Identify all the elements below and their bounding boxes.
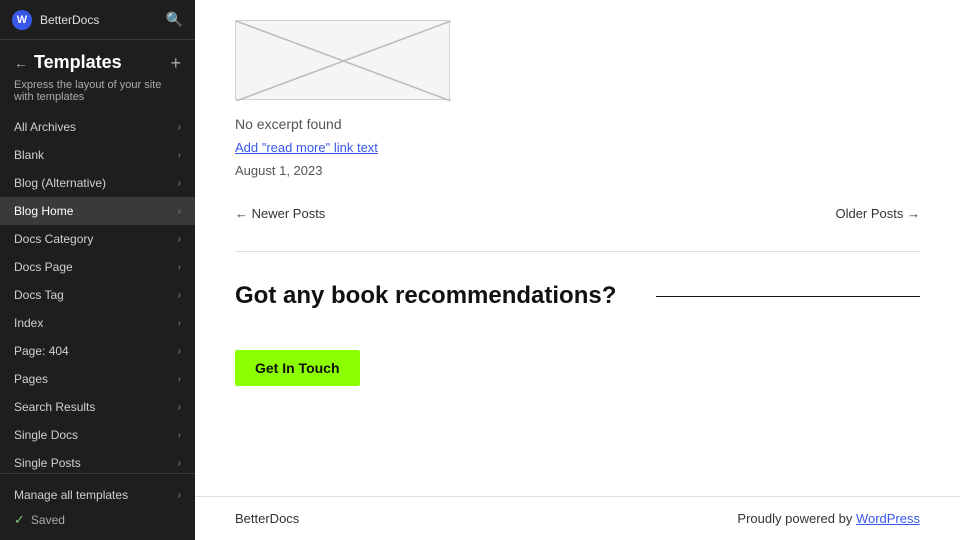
sidebar-nav: All Archives›Blank›Blog (Alternative)›Bl… xyxy=(0,113,195,473)
nav-item-label: All Archives xyxy=(14,120,76,134)
sidebar-item-single-docs[interactable]: Single Docs › xyxy=(0,421,195,449)
nav-item-label: Page: 404 xyxy=(14,344,69,358)
main-content: No excerpt found Add "read more" link te… xyxy=(195,0,960,540)
manage-chevron-icon: › xyxy=(178,490,181,501)
sidebar-header: ← Templates + xyxy=(0,40,195,79)
get-in-touch-button[interactable]: Get In Touch xyxy=(235,350,360,386)
nav-item-label: Blank xyxy=(14,148,44,162)
sidebar-item-single-posts[interactable]: Single Posts › xyxy=(0,449,195,473)
no-excerpt-text: No excerpt found xyxy=(235,116,920,132)
footer-bar: BetterDocs Proudly powered by WordPress xyxy=(195,496,960,540)
nav-chevron-icon: › xyxy=(178,206,181,217)
cta-divider-line xyxy=(656,296,920,297)
sidebar-item-page-404[interactable]: Page: 404 › xyxy=(0,337,195,365)
nav-chevron-icon: › xyxy=(178,290,181,301)
nav-item-label: Docs Tag xyxy=(14,288,64,302)
sidebar-item-blog-home[interactable]: Blog Home › xyxy=(0,197,195,225)
sidebar-subtitle: Express the layout of your site with tem… xyxy=(0,79,195,113)
sidebar-title: Templates xyxy=(28,52,170,73)
placeholder-x-icon xyxy=(236,21,451,101)
cta-button-wrapper: Get In Touch xyxy=(235,350,920,416)
nav-item-label: Docs Category xyxy=(14,232,93,246)
sidebar-item-blank[interactable]: Blank › xyxy=(0,141,195,169)
nav-item-label: Docs Page xyxy=(14,260,73,274)
wordpress-link[interactable]: WordPress xyxy=(856,511,920,526)
older-posts-link[interactable]: Older Posts → xyxy=(835,206,920,221)
saved-check-icon: ✓ xyxy=(14,512,25,528)
sidebar-item-docs-tag[interactable]: Docs Tag › xyxy=(0,281,195,309)
nav-item-label: Single Docs xyxy=(14,428,78,442)
cta-heading: Got any book recommendations? xyxy=(235,282,616,310)
post-image-placeholder xyxy=(235,20,450,100)
nav-chevron-icon: › xyxy=(178,178,181,189)
wp-logo: W xyxy=(12,10,32,30)
sidebar-item-pages[interactable]: Pages › xyxy=(0,365,195,393)
sidebar-item-index[interactable]: Index › xyxy=(0,309,195,337)
pagination-row: ← Newer Posts Older Posts → xyxy=(235,198,920,252)
nav-chevron-icon: › xyxy=(178,122,181,133)
post-date: August 1, 2023 xyxy=(235,163,920,178)
nav-chevron-icon: › xyxy=(178,402,181,413)
sidebar-item-blog-alternative[interactable]: Blog (Alternative) › xyxy=(0,169,195,197)
nav-chevron-icon: › xyxy=(178,262,181,273)
add-template-button[interactable]: + xyxy=(170,54,181,72)
nav-chevron-icon: › xyxy=(178,234,181,245)
nav-item-label: Blog (Alternative) xyxy=(14,176,106,190)
wp-logo-area: W BetterDocs xyxy=(12,10,99,30)
sidebar-item-docs-page[interactable]: Docs Page › xyxy=(0,253,195,281)
sidebar: W BetterDocs 🔍 ← Templates + Express the… xyxy=(0,0,195,540)
nav-chevron-icon: › xyxy=(178,430,181,441)
footer-powered-text: Proudly powered by WordPress xyxy=(737,511,920,526)
nav-item-label: Search Results xyxy=(14,400,95,414)
nav-chevron-icon: › xyxy=(178,318,181,329)
nav-item-label: Index xyxy=(14,316,43,330)
nav-item-label: Pages xyxy=(14,372,48,386)
manage-templates-label: Manage all templates xyxy=(14,488,128,502)
nav-chevron-icon: › xyxy=(178,458,181,469)
nav-item-label: Blog Home xyxy=(14,204,73,218)
nav-chevron-icon: › xyxy=(178,346,181,357)
saved-label: Saved xyxy=(31,513,65,527)
add-read-more-link[interactable]: Add "read more" link text xyxy=(235,140,920,155)
search-icon[interactable]: 🔍 xyxy=(166,11,183,28)
cta-section: Got any book recommendations? xyxy=(235,282,920,310)
manage-all-templates[interactable]: Manage all templates › xyxy=(14,484,181,506)
saved-bar: ✓ Saved xyxy=(14,506,181,530)
nav-chevron-icon: › xyxy=(178,374,181,385)
sidebar-item-all-archives[interactable]: All Archives › xyxy=(0,113,195,141)
content-area: No excerpt found Add "read more" link te… xyxy=(195,0,960,496)
footer-site-name: BetterDocs xyxy=(235,511,299,526)
nav-chevron-icon: › xyxy=(178,150,181,161)
top-bar: W BetterDocs 🔍 xyxy=(0,0,195,40)
sidebar-footer: Manage all templates › ✓ Saved xyxy=(0,473,195,540)
back-button[interactable]: ← xyxy=(14,55,28,71)
sidebar-item-search-results[interactable]: Search Results › xyxy=(0,393,195,421)
nav-item-label: Single Posts xyxy=(14,456,81,470)
newer-posts-link[interactable]: ← Newer Posts xyxy=(235,206,325,221)
sidebar-item-docs-category[interactable]: Docs Category › xyxy=(0,225,195,253)
site-name: BetterDocs xyxy=(40,13,99,27)
